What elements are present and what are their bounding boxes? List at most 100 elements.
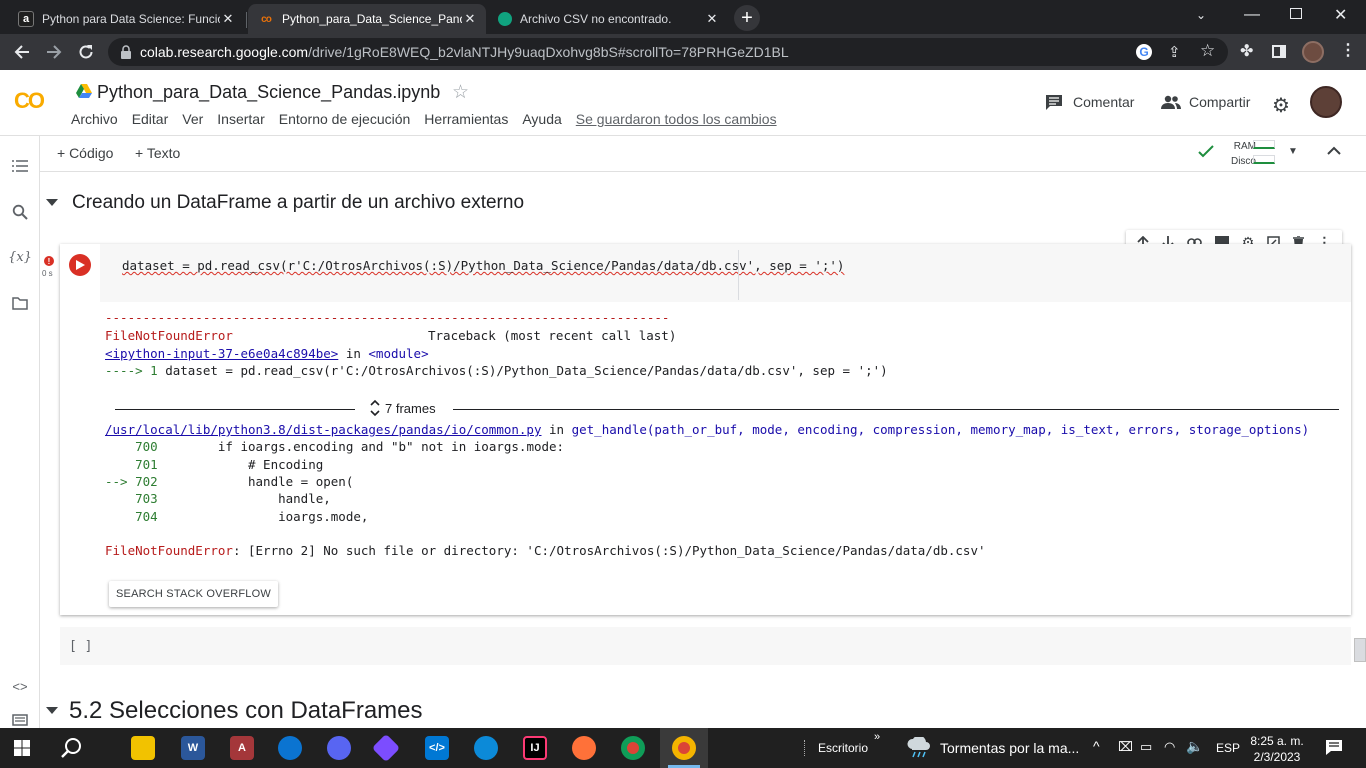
colab-logo[interactable]: CO xyxy=(14,88,45,114)
account-avatar[interactable] xyxy=(1310,86,1342,118)
chrome-active-taskbar-button[interactable] xyxy=(660,728,708,768)
lock-icon[interactable] xyxy=(120,45,132,59)
menu-editar[interactable]: Editar xyxy=(132,111,169,127)
browser-tab-chatgpt[interactable]: Archivo CSV no encontrado. ✕ xyxy=(488,4,728,34)
access-icon[interactable]: A xyxy=(230,736,254,760)
share-button[interactable]: Compartir xyxy=(1161,94,1250,110)
edge-icon[interactable] xyxy=(474,736,498,760)
menu-ver[interactable]: Ver xyxy=(182,111,203,127)
tray-battery-icon[interactable]: ▭ xyxy=(1140,739,1152,755)
run-cell-play-icon[interactable] xyxy=(69,254,91,276)
address-bar[interactable]: colab.research.google.com /drive/1gRoE8W… xyxy=(108,38,1228,66)
arrow-prefix: ----> 1 xyxy=(105,363,166,378)
execution-time: 0 s xyxy=(42,269,53,278)
extensions-puzzle-icon[interactable]: ✤ xyxy=(1240,41,1253,61)
firefox-icon[interactable] xyxy=(572,736,596,760)
side-panel-icon[interactable] xyxy=(1272,45,1286,58)
menu-insertar[interactable]: Insertar xyxy=(217,111,264,127)
add-text-cell-button[interactable]: + Texto xyxy=(135,145,180,161)
save-status-link[interactable]: Se guardaron todos los cambios xyxy=(576,111,777,127)
notifications-icon[interactable] xyxy=(1325,739,1343,756)
language-indicator[interactable]: ESP xyxy=(1216,741,1240,755)
new-tab-button[interactable]: + xyxy=(734,5,760,31)
star-notebook-icon[interactable]: ☆ xyxy=(452,81,469,104)
settings-gear-icon[interactable]: ⚙ xyxy=(1272,93,1290,118)
desktop-toolbar-label[interactable]: Escritorio xyxy=(818,741,868,755)
notebook-title[interactable]: Python_para_Data_Science_Pandas.ipynb xyxy=(97,82,440,103)
menu-archivo[interactable]: Archivo xyxy=(71,111,118,127)
weather-storm-icon[interactable] xyxy=(906,737,932,759)
firefox-dev-icon[interactable] xyxy=(278,736,302,760)
code-snippets-icon[interactable]: <> xyxy=(10,676,30,696)
add-code-cell-button[interactable]: + Código xyxy=(57,145,113,161)
clock[interactable]: 8:25 a. m. 2/3/2023 xyxy=(1250,733,1304,765)
browser-tab-colab[interactable]: co Python_para_Data_Science_Panda ✕ xyxy=(248,4,486,34)
common-py-file-link[interactable]: /usr/local/lib/python3.8/dist-packages/p… xyxy=(105,422,542,437)
traceback-header: Traceback (most recent call last) xyxy=(428,328,677,343)
tab-title: Python para Data Science: Funcio xyxy=(42,12,220,26)
terminal-icon[interactable] xyxy=(10,710,30,730)
word-icon[interactable]: W xyxy=(181,736,205,760)
share-label: Compartir xyxy=(1189,94,1251,110)
file-explorer-icon[interactable] xyxy=(131,736,155,760)
collapse-section-chevron-down-icon[interactable] xyxy=(46,707,60,715)
menu-herramientas[interactable]: Herramientas xyxy=(424,111,508,127)
tray-chevron-up-icon[interactable]: ^ xyxy=(1093,738,1100,754)
final-error-line: FileNotFoundError: [Errno 2] No such fil… xyxy=(105,543,986,558)
bookmark-star-icon[interactable]: ☆ xyxy=(1200,41,1215,61)
toolbar-overflow-icon[interactable]: » xyxy=(874,731,880,743)
gitkraken-icon[interactable] xyxy=(371,733,401,763)
weather-text[interactable]: Tormentas por la ma... xyxy=(940,740,1079,756)
url-host: colab.research.google.com xyxy=(140,44,309,60)
minimize-window-button[interactable]: — xyxy=(1244,6,1260,24)
tray-device-icon[interactable]: ⌧ xyxy=(1118,739,1133,755)
runtime-dropdown-icon[interactable]: ▼ xyxy=(1288,146,1298,157)
error-indicator-icon: ! xyxy=(44,256,54,266)
final-error-message: : [Errno 2] No such file or directory: '… xyxy=(232,543,986,558)
ipython-input-link[interactable]: <ipython-input-37-e6e0a4c894be> xyxy=(105,346,338,361)
empty-code-cell[interactable]: [ ] xyxy=(60,627,1351,665)
search-stack-overflow-button[interactable]: SEARCH STACK OVERFLOW xyxy=(109,581,278,607)
windows-start-icon[interactable] xyxy=(14,740,30,756)
close-tab-icon[interactable]: ✕ xyxy=(220,11,236,27)
wifi-icon[interactable]: ◠ xyxy=(1164,739,1175,755)
menu-ayuda[interactable]: Ayuda xyxy=(522,111,561,127)
browser-tab-alura[interactable]: a Python para Data Science: Funcio ✕ xyxy=(8,4,244,34)
close-window-button[interactable]: ✕ xyxy=(1334,5,1347,25)
google-lens-icon[interactable]: G xyxy=(1136,44,1152,60)
share-page-icon[interactable]: ⇪ xyxy=(1168,43,1181,61)
traceback-file-line: /usr/local/lib/python3.8/dist-packages/p… xyxy=(105,422,1309,437)
restore-window-button[interactable] xyxy=(1290,8,1302,19)
tab-search-chevron-down-icon[interactable]: ⌄ xyxy=(1196,8,1206,22)
search-icon[interactable] xyxy=(10,202,30,222)
comment-button[interactable]: Comentar xyxy=(1045,94,1134,110)
ram-usage-bar xyxy=(1253,140,1275,149)
resource-labels[interactable]: RAM Disco xyxy=(1220,139,1256,169)
reload-icon[interactable] xyxy=(74,40,98,64)
collapse-section-chevron-down-icon[interactable] xyxy=(46,199,60,207)
code-cell-read-csv[interactable]: ! 0 s dataset = pd.read_csv(r'C:/OtrosAr… xyxy=(42,244,1351,615)
menu-entorno[interactable]: Entorno de ejecución xyxy=(279,111,411,127)
forward-arrow-icon[interactable] xyxy=(42,40,66,64)
variables-icon[interactable]: {x} xyxy=(8,247,32,267)
tab-title: Archivo CSV no encontrado. xyxy=(520,12,672,26)
expand-frames-toggle[interactable]: 7 frames xyxy=(370,399,436,417)
line-code: # Encoding xyxy=(157,457,324,472)
section-heading-selecciones: 5.2 Selecciones con DataFrames xyxy=(46,697,423,725)
browser-menu-icon[interactable]: ⋮ xyxy=(1340,40,1356,60)
vscode-icon[interactable]: </> xyxy=(425,736,449,760)
table-of-contents-icon[interactable] xyxy=(10,156,30,176)
code-editor[interactable]: dataset = pd.read_csv(r'C:/OtrosArchivos… xyxy=(100,244,1351,302)
notebook-scrollbar[interactable] xyxy=(1354,638,1366,662)
volume-icon[interactable]: 🔈 xyxy=(1186,738,1203,755)
close-tab-icon[interactable]: ✕ xyxy=(704,11,720,27)
discord-icon[interactable] xyxy=(327,736,351,760)
back-arrow-icon[interactable] xyxy=(10,40,34,64)
collapse-header-chevron-up-icon[interactable] xyxy=(1327,146,1341,155)
files-folder-icon[interactable] xyxy=(10,293,30,313)
taskbar-search-icon[interactable] xyxy=(61,737,83,759)
intellij-icon[interactable]: IJ xyxy=(523,736,547,760)
chrome-icon[interactable] xyxy=(621,736,645,760)
profile-avatar[interactable] xyxy=(1302,41,1324,63)
close-tab-icon[interactable]: ✕ xyxy=(462,11,478,27)
